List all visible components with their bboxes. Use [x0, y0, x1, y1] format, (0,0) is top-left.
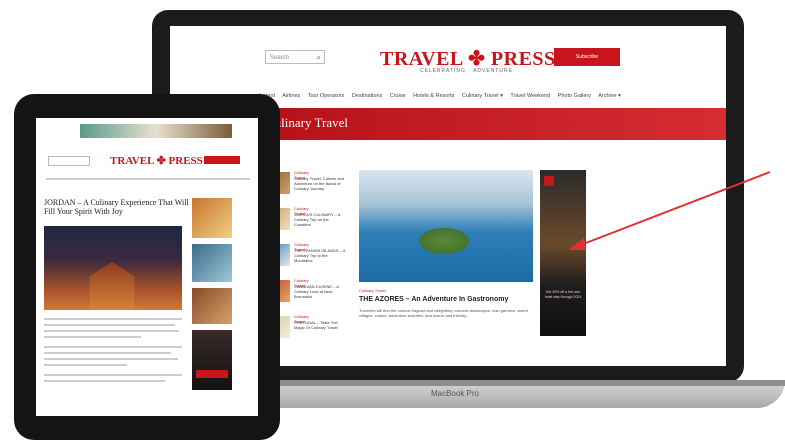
arrow-head-icon: [568, 238, 586, 250]
arrow-line: [577, 171, 771, 247]
pointer-arrow: [568, 171, 771, 250]
